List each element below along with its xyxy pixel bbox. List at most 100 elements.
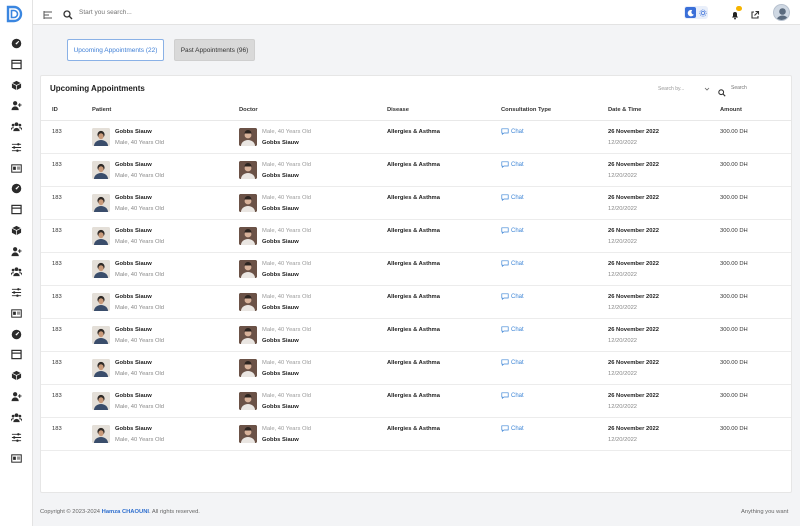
top-bar bbox=[33, 0, 800, 25]
sidebar-item-users-icon[interactable] bbox=[10, 120, 22, 132]
table-row[interactable]: 183 Gobbs Siauw Male, 40 Years Old Male, 40… bbox=[41, 220, 791, 253]
appointment-date-short: 12/20/2022 bbox=[608, 173, 638, 179]
appointment-date-short: 12/20/2022 bbox=[608, 437, 638, 443]
patient-name[interactable]: Gobbs Siauw bbox=[115, 162, 152, 168]
chevron-down-icon bbox=[704, 87, 710, 91]
sidebar-item-sliders-icon[interactable] bbox=[10, 141, 22, 153]
theme-toggle[interactable] bbox=[684, 6, 708, 19]
chat-icon bbox=[501, 392, 509, 399]
sun-icon[interactable] bbox=[698, 8, 707, 17]
global-search-input[interactable] bbox=[79, 5, 279, 19]
patient-name[interactable]: Gobbs Siauw bbox=[115, 228, 152, 234]
table-row[interactable]: 183 Gobbs Siauw Male, 40 Years Old Male, 40… bbox=[41, 253, 791, 286]
column-header-date-time[interactable]: Date & Time bbox=[608, 107, 641, 113]
column-header-amount[interactable]: Amount bbox=[720, 107, 742, 113]
doctor-name[interactable]: Gobbs Siauw bbox=[262, 140, 299, 146]
column-header-id[interactable]: ID bbox=[52, 107, 58, 113]
sidebar-item-sliders-icon[interactable] bbox=[10, 431, 22, 443]
doctor-name[interactable]: Gobbs Siauw bbox=[262, 305, 299, 311]
sidebar-item-users-icon[interactable] bbox=[10, 411, 22, 423]
doctor-name[interactable]: Gobbs Siauw bbox=[262, 338, 299, 344]
appointment-id: 183 bbox=[52, 393, 62, 399]
consultation-type-link[interactable]: Chat bbox=[501, 293, 524, 300]
table-row[interactable]: 183 Gobbs Siauw Male, 40 Years Old Male, 40… bbox=[41, 187, 791, 220]
sidebar-item-id-card-icon[interactable] bbox=[10, 452, 22, 464]
table-search-input[interactable] bbox=[731, 83, 786, 93]
table-row[interactable]: 183 Gobbs Siauw Male, 40 Years Old Male, 40… bbox=[41, 121, 791, 154]
patient-name[interactable]: Gobbs Siauw bbox=[115, 294, 152, 300]
sidebar-item-id-card-icon[interactable] bbox=[10, 162, 22, 174]
doctor-name[interactable]: Gobbs Siauw bbox=[262, 206, 299, 212]
column-header-patient[interactable]: Patient bbox=[92, 107, 111, 113]
disease: Allergies & Asthma bbox=[387, 129, 440, 135]
author-link[interactable]: Hamza CHAOUNI bbox=[102, 509, 149, 515]
tab-upcoming-appointments[interactable]: Upcoming Appointments (22) bbox=[67, 39, 164, 61]
doctor-name[interactable]: Gobbs Siauw bbox=[262, 437, 299, 443]
disease: Allergies & Asthma bbox=[387, 294, 440, 300]
doctor-name[interactable]: Gobbs Siauw bbox=[262, 239, 299, 245]
sidebar-item-users-icon[interactable] bbox=[10, 265, 22, 277]
column-header-doctor[interactable]: Doctor bbox=[239, 107, 258, 113]
doctor-name[interactable]: Gobbs Siauw bbox=[262, 173, 299, 179]
consultation-type-link[interactable]: Chat bbox=[501, 161, 524, 168]
table-row[interactable]: 183 Gobbs Siauw Male, 40 Years Old Male, 40… bbox=[41, 385, 791, 418]
menu-toggle-icon[interactable] bbox=[43, 7, 53, 19]
sidebar-item-gauge-icon[interactable] bbox=[10, 182, 22, 194]
column-header-consultation-type[interactable]: Consultation Type bbox=[501, 107, 551, 113]
patient-name[interactable]: Gobbs Siauw bbox=[115, 195, 152, 201]
sidebar-item-box-icon[interactable] bbox=[10, 369, 22, 381]
table-row[interactable]: 183 Gobbs Siauw Male, 40 Years Old Male, 40… bbox=[41, 352, 791, 385]
appointment-id: 183 bbox=[52, 360, 62, 366]
consultation-type-link[interactable]: Chat bbox=[501, 326, 524, 333]
disease: Allergies & Asthma bbox=[387, 228, 440, 234]
patient-avatar bbox=[92, 359, 110, 377]
app-logo[interactable] bbox=[4, 5, 24, 23]
column-header-disease[interactable]: Disease bbox=[387, 107, 409, 113]
patient-name[interactable]: Gobbs Siauw bbox=[115, 129, 152, 135]
appointment-id: 183 bbox=[52, 327, 62, 333]
patient-name[interactable]: Gobbs Siauw bbox=[115, 327, 152, 333]
consultation-type-link[interactable]: Chat bbox=[501, 359, 524, 366]
sidebar-item-box-icon[interactable] bbox=[10, 79, 22, 91]
sidebar-item-add-user-icon[interactable] bbox=[10, 99, 22, 111]
table-row[interactable]: 183 Gobbs Siauw Male, 40 Years Old Male, 40… bbox=[41, 418, 791, 451]
patient-info: Male, 40 Years Old bbox=[115, 206, 164, 212]
footer-tagline: Anything you want bbox=[741, 509, 789, 515]
sidebar-item-add-user-icon[interactable] bbox=[10, 245, 22, 257]
doctor-name[interactable]: Gobbs Siauw bbox=[262, 272, 299, 278]
sidebar-item-calendar-icon[interactable] bbox=[10, 348, 22, 360]
user-avatar[interactable] bbox=[773, 4, 790, 21]
tab-past-appointments[interactable]: Past Appointments (96) bbox=[174, 39, 255, 61]
patient-name[interactable]: Gobbs Siauw bbox=[115, 426, 152, 432]
consultation-type-link[interactable]: Chat bbox=[501, 260, 524, 267]
consultation-type-link[interactable]: Chat bbox=[501, 425, 524, 432]
sidebar-item-gauge-icon[interactable] bbox=[10, 37, 22, 49]
sidebar-item-box-icon[interactable] bbox=[10, 224, 22, 236]
consultation-type-link[interactable]: Chat bbox=[501, 128, 524, 135]
sidebar-item-calendar-icon[interactable] bbox=[10, 203, 22, 215]
sidebar-item-calendar-icon[interactable] bbox=[10, 58, 22, 70]
patient-avatar bbox=[92, 194, 110, 212]
table-row[interactable]: 183 Gobbs Siauw Male, 40 Years Old Male, 40… bbox=[41, 286, 791, 319]
patient-name[interactable]: Gobbs Siauw bbox=[115, 360, 152, 366]
sidebar-item-add-user-icon[interactable] bbox=[10, 390, 22, 402]
patient-name[interactable]: Gobbs Siauw bbox=[115, 261, 152, 267]
external-link-icon[interactable] bbox=[750, 7, 760, 19]
sidebar-item-gauge-icon[interactable] bbox=[10, 328, 22, 340]
sidebar-item-sliders-icon[interactable] bbox=[10, 286, 22, 298]
add-user-icon bbox=[10, 391, 22, 402]
appointment-date-short: 12/20/2022 bbox=[608, 206, 638, 212]
consultation-type-link[interactable]: Chat bbox=[501, 194, 524, 201]
patient-info: Male, 40 Years Old bbox=[115, 140, 164, 146]
table-row[interactable]: 183 Gobbs Siauw Male, 40 Years Old Male, 40… bbox=[41, 154, 791, 187]
moon-icon[interactable] bbox=[685, 7, 696, 18]
doctor-name[interactable]: Gobbs Siauw bbox=[262, 371, 299, 377]
doctor-name[interactable]: Gobbs Siauw bbox=[262, 404, 299, 410]
patient-name[interactable]: Gobbs Siauw bbox=[115, 393, 152, 399]
search-by-select[interactable]: Search by... bbox=[658, 84, 710, 94]
chat-icon bbox=[501, 293, 509, 300]
table-row[interactable]: 183 Gobbs Siauw Male, 40 Years Old Male, 40… bbox=[41, 319, 791, 352]
consultation-type-link[interactable]: Chat bbox=[501, 392, 524, 399]
sidebar-item-id-card-icon[interactable] bbox=[10, 307, 22, 319]
consultation-type-link[interactable]: Chat bbox=[501, 227, 524, 234]
